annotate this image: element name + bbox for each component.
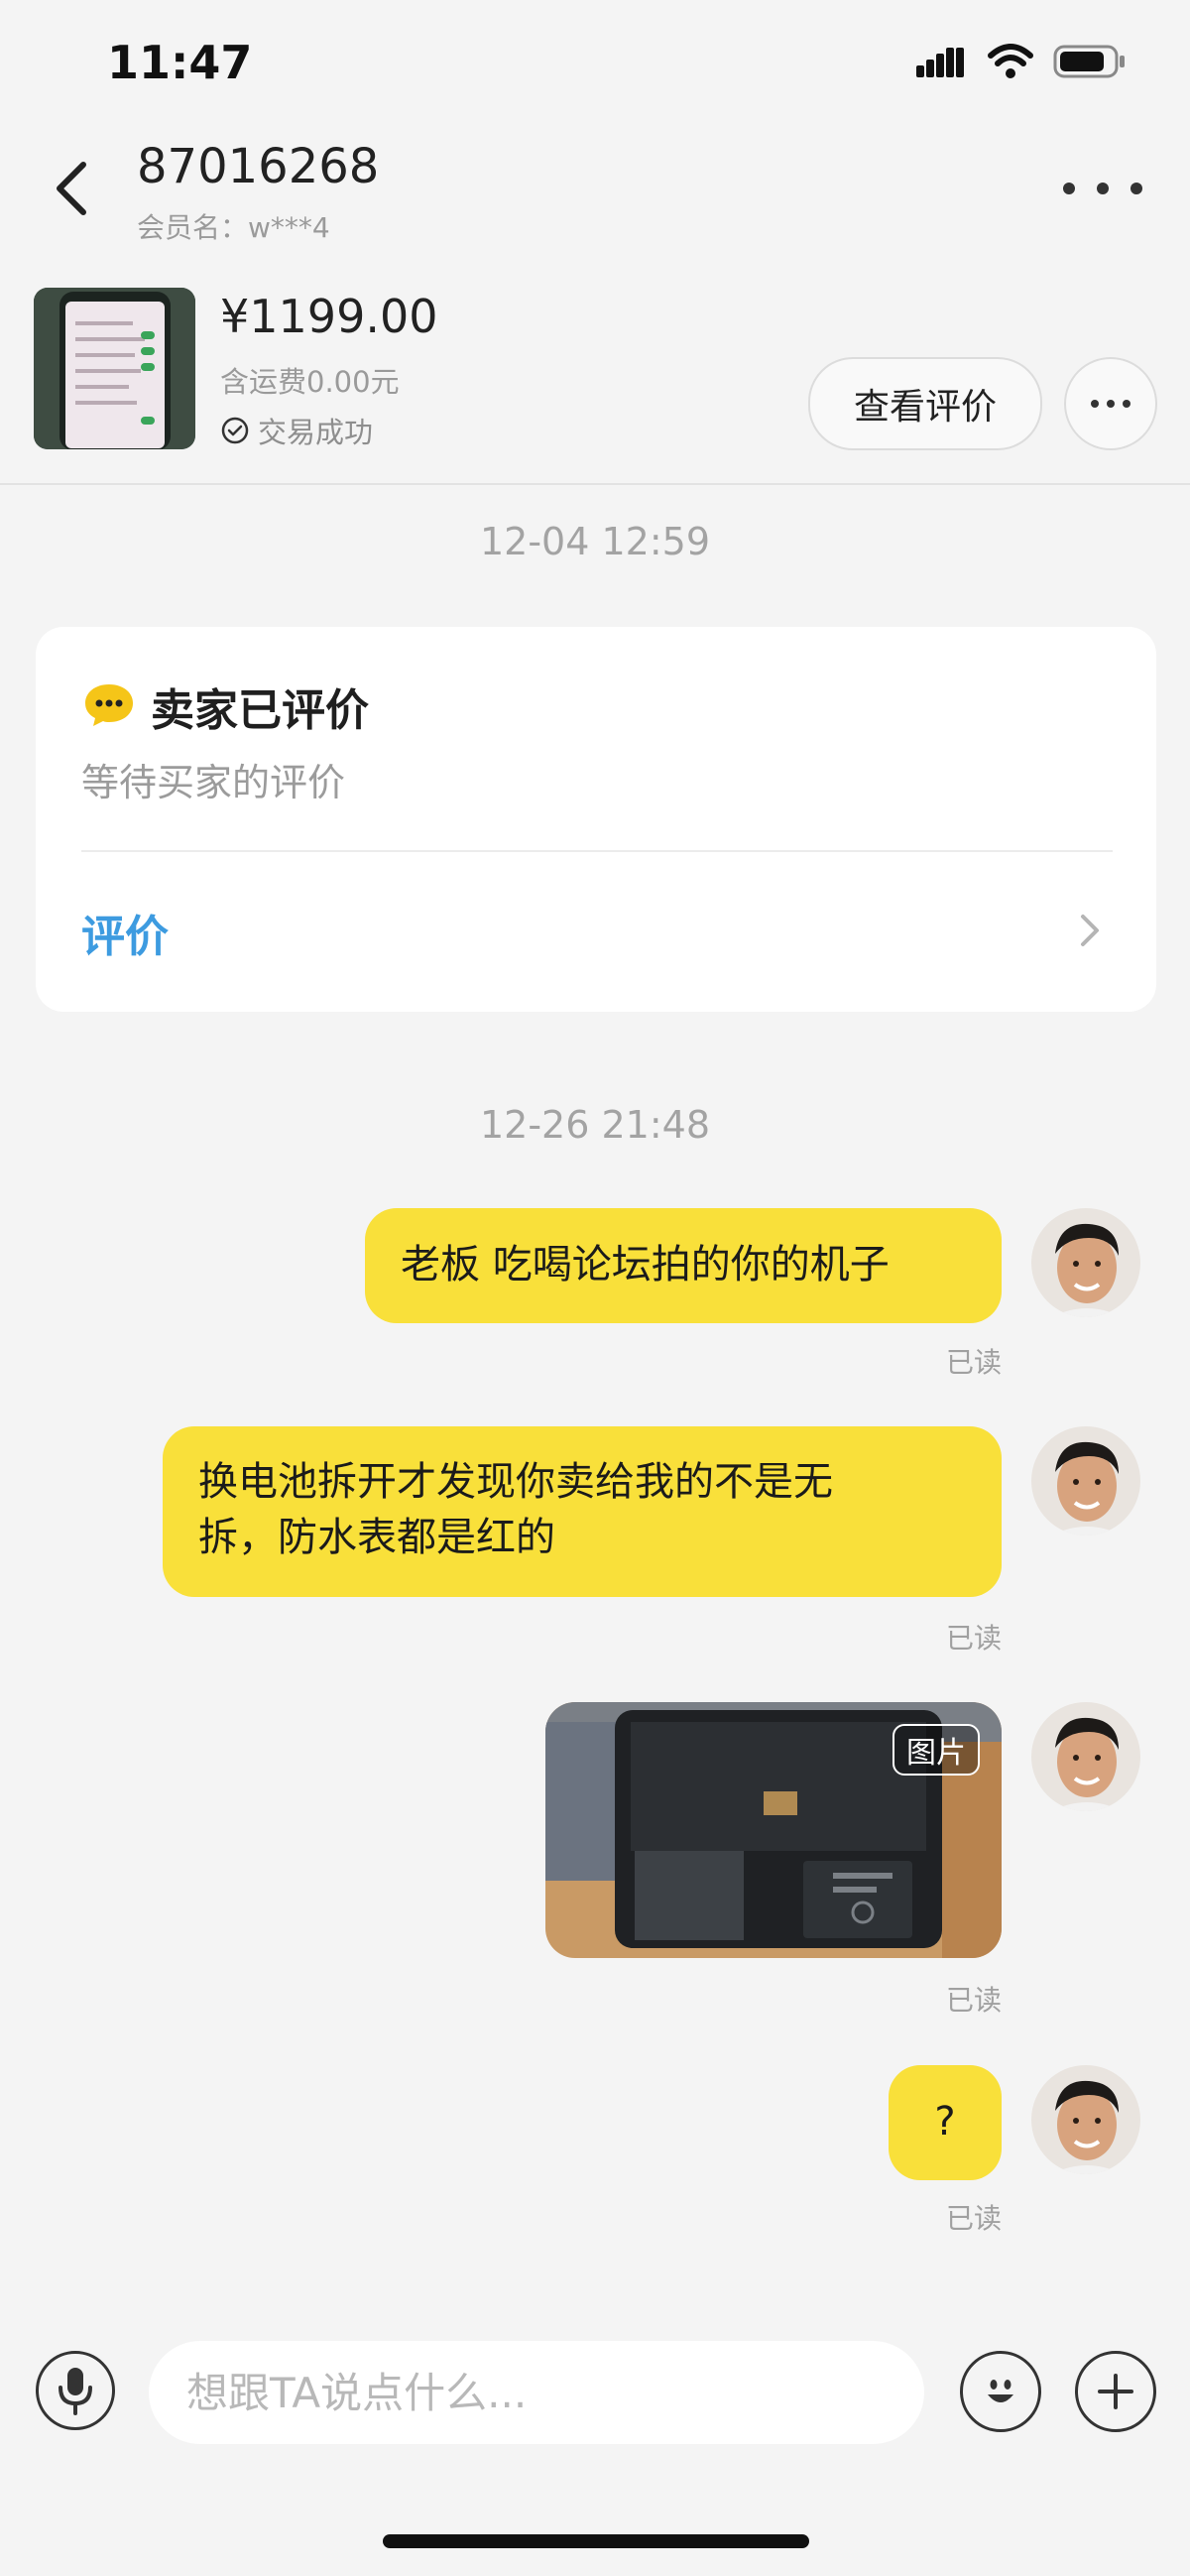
emoji-icon — [988, 2380, 1013, 2402]
review-card: 卖家已评价 等待买家的评价 评价 — [36, 627, 1156, 1012]
trade-status-label: 交易成功 — [258, 416, 374, 449]
message-text-line: 换电池拆开才发现你卖给我的不是无 — [198, 1459, 833, 1505]
message-bubble[interactable]: 换电池拆开才发现你卖给我的不是无 拆，防水表都是红的 — [163, 1426, 1002, 1597]
plus-icon — [1098, 2374, 1133, 2409]
product-more-button[interactable] — [1064, 357, 1157, 450]
member-name-value: w***4 — [248, 211, 330, 244]
message-text: 老板 吃喝论坛拍的你的机子 — [401, 1242, 890, 1288]
back-icon — [57, 162, 86, 215]
chat-bubble-icon — [85, 684, 133, 726]
message-input[interactable] — [149, 2341, 924, 2444]
status-time: 11:47 — [107, 36, 253, 89]
member-name: 会员名：w***4 — [137, 206, 330, 246]
chevron-right-icon[interactable] — [1077, 913, 1103, 948]
wifi-icon — [988, 44, 1033, 78]
microphone-icon — [59, 2368, 92, 2415]
message-text: ? — [934, 2099, 956, 2145]
review-card-subtitle: 等待买家的评价 — [81, 761, 346, 804]
chat-timestamp: 12-04 12:59 — [479, 520, 710, 563]
trade-status: 交易成功 — [220, 410, 373, 451]
signal-icon — [916, 48, 964, 77]
read-receipt: 已读 — [946, 2202, 1003, 2235]
image-badge: 图片 — [892, 1724, 980, 1776]
more-icon — [1063, 183, 1075, 194]
review-card-title: 卖家已评价 — [151, 685, 369, 736]
view-review-button[interactable]: 查看评价 — [808, 357, 1042, 450]
avatar[interactable] — [1031, 1702, 1140, 1811]
member-prefix: 会员名： — [137, 211, 249, 244]
plus-button[interactable] — [1075, 2351, 1156, 2432]
chat-title: 87016268 — [137, 139, 380, 194]
message-bubble[interactable]: 老板 吃喝论坛拍的你的机子 — [365, 1208, 1002, 1323]
read-receipt: 已读 — [946, 1984, 1003, 2017]
shipping-info: 含运费0.00元 — [220, 365, 400, 399]
review-card-divider — [81, 850, 1113, 852]
avatar[interactable] — [1031, 2065, 1140, 2174]
image-message[interactable]: 图片 — [545, 1702, 1002, 1958]
emoji-button[interactable] — [960, 2351, 1041, 2432]
read-receipt: 已读 — [946, 1622, 1003, 1655]
home-indicator — [383, 2534, 809, 2548]
review-action-link[interactable]: 评价 — [81, 901, 169, 964]
message-text-line: 拆，防水表都是红的 — [198, 1515, 555, 1560]
read-receipt: 已读 — [946, 1346, 1003, 1379]
status-icons — [916, 44, 1127, 79]
battery-icon — [1053, 45, 1125, 78]
header-divider — [0, 483, 1190, 485]
back-button[interactable] — [44, 149, 99, 228]
avatar[interactable] — [1031, 1426, 1140, 1535]
more-icon — [1091, 400, 1099, 408]
product-thumbnail[interactable] — [34, 288, 195, 449]
check-circle-icon — [221, 417, 249, 444]
more-options-button[interactable] — [1063, 169, 1142, 208]
chat-timestamp: 12-26 21:48 — [479, 1103, 710, 1147]
avatar[interactable] — [1031, 1208, 1140, 1317]
product-price: ¥1199.00 — [220, 290, 438, 343]
message-bubble[interactable]: ? — [889, 2065, 1002, 2180]
voice-input-button[interactable] — [36, 2351, 115, 2430]
